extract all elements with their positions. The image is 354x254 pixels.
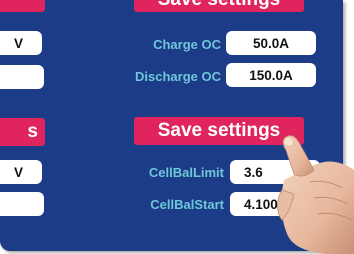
left-field-row3-value: V bbox=[14, 164, 24, 180]
charge-oc-field[interactable]: 50.0A bbox=[226, 31, 316, 55]
left-partial-button-top[interactable] bbox=[0, 0, 45, 12]
left-field-row2[interactable] bbox=[0, 65, 44, 89]
left-partial-button-mid-label: s bbox=[27, 121, 38, 142]
discharge-oc-field[interactable]: 150.0A bbox=[226, 63, 316, 87]
pointing-hand-icon bbox=[277, 135, 354, 254]
discharge-oc-label: Discharge OC bbox=[135, 69, 221, 84]
left-partial-button-mid[interactable]: s bbox=[0, 118, 45, 146]
save-settings-button-top[interactable]: Save settings bbox=[134, 0, 304, 12]
cell-bal-limit-label: CellBalLimit bbox=[148, 165, 224, 180]
discharge-oc-value: 150.0A bbox=[249, 67, 293, 83]
save-settings-button-top-label: Save settings bbox=[158, 0, 281, 11]
charge-oc-value: 50.0A bbox=[252, 35, 290, 51]
cell-bal-start-label: CellBalStart bbox=[150, 197, 224, 212]
left-field-row4[interactable] bbox=[0, 192, 44, 216]
left-field-row1-value: V bbox=[14, 35, 24, 51]
left-field-row1[interactable]: V bbox=[0, 31, 42, 55]
cell-bal-limit-value: 3.6 bbox=[244, 164, 263, 180]
left-field-row3[interactable]: V bbox=[0, 160, 42, 184]
charge-oc-label: Charge OC bbox=[153, 37, 221, 52]
